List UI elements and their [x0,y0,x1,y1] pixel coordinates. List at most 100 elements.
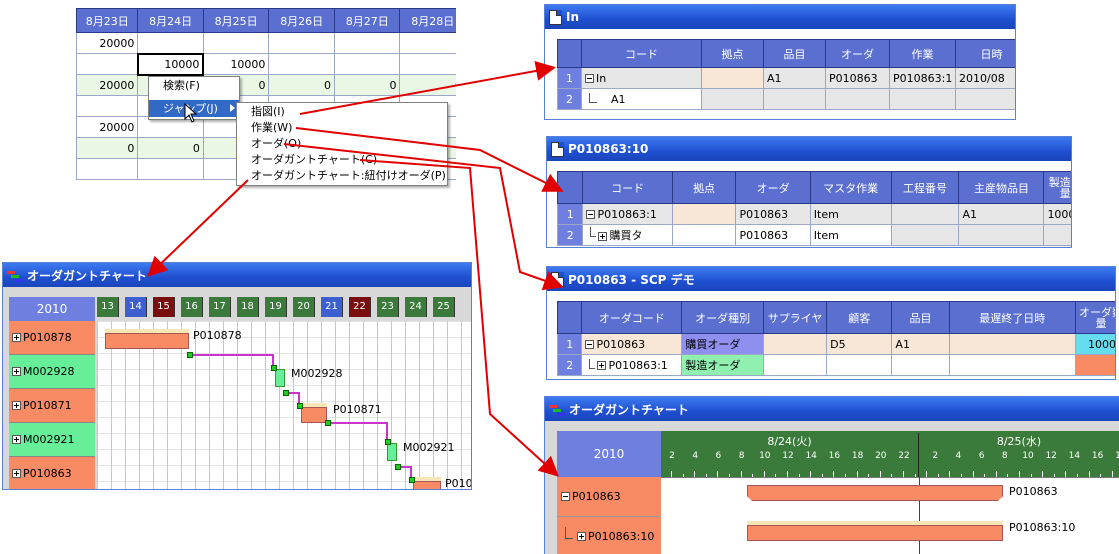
column-header[interactable]: オーダ種別 [681,301,764,334]
order-cell[interactable] [825,88,890,110]
process-number-cell[interactable] [890,203,960,225]
code-cell[interactable]: In [581,67,702,89]
link-node[interactable] [395,464,401,470]
order-type-cell[interactable]: 購買オーダ [681,333,764,355]
master-work-cell[interactable]: Item [809,203,892,225]
qty-cell[interactable]: 10000 [1074,333,1115,355]
grid-cell[interactable]: 0 [333,74,401,96]
base-cell[interactable] [701,67,764,89]
grid-cell[interactable] [333,32,401,54]
process-number-cell[interactable] [890,224,960,246]
column-header[interactable]: 品目 [891,301,950,334]
column-header[interactable]: 作業 [889,39,956,68]
supplier-cell[interactable] [762,354,828,376]
grid-cell[interactable] [76,53,139,75]
link-node[interactable] [187,352,193,358]
item-cell[interactable] [763,88,826,110]
link-node[interactable] [325,420,331,426]
column-header[interactable]: オーダ [825,39,890,68]
order-code-cell[interactable]: P010863 [581,333,683,355]
order-cell[interactable]: P010863 [735,224,811,246]
grid-cell-selected[interactable]: 10000 [136,52,205,76]
submenu-item-order-gantt-linked[interactable]: オーダガントチャート:紐付けオーダ(P) [237,168,447,184]
grid-cell[interactable]: 10000 [202,53,270,75]
link-node[interactable] [283,390,289,396]
latest-end-cell[interactable] [948,333,1076,355]
base-cell[interactable] [701,88,764,110]
order-code-cell[interactable]: P010863:1 [581,354,683,376]
grid-cell[interactable]: 0 [76,137,139,159]
qty-cell[interactable] [1043,224,1071,246]
window-titlebar[interactable]: In [545,5,1015,29]
column-header[interactable]: サプライヤ [762,301,828,334]
column-header[interactable]: コード [582,171,673,204]
grid-cell[interactable] [76,95,139,117]
column-header[interactable]: オーダコード [581,301,683,334]
code-cell[interactable]: P010863:1 [582,203,673,225]
code-cell[interactable]: A1 [581,88,702,110]
submenu-item-order[interactable]: オーダ(O) [237,136,447,152]
grid-cell[interactable] [268,53,335,75]
grid-cell[interactable]: 0 [268,74,335,96]
item-cell[interactable]: A1 [763,67,826,89]
base-cell[interactable] [671,224,737,246]
submenu-item-instruction[interactable]: 指図(I) [237,104,447,120]
row-number[interactable]: 2 [556,354,583,376]
row-number[interactable]: 1 [556,203,584,225]
order-cell[interactable]: P010863 [825,67,890,89]
latest-end-cell[interactable] [948,354,1076,376]
order-cell[interactable]: P010863 [735,203,811,225]
supplier-cell[interactable] [762,333,828,355]
collapse-icon[interactable] [586,210,596,219]
grid-cell[interactable] [399,53,456,75]
column-header[interactable]: 拠点 [671,171,737,204]
column-header[interactable]: 日時 [955,39,1015,68]
menu-item-search[interactable]: 検索(F) [149,77,239,94]
column-header[interactable]: 拠点 [701,39,764,68]
grid-cell[interactable] [333,53,401,75]
table-row[interactable]: 2 購買タ P010863 Item [556,224,1071,246]
grid-cell[interactable]: 20000 [76,116,139,138]
customer-cell[interactable]: D5 [826,333,893,355]
main-item-cell[interactable] [958,224,1045,246]
collapse-icon[interactable] [561,492,570,501]
table-row[interactable]: 2 P010863:1 製造オーダ [556,354,1115,376]
expand-icon[interactable] [577,531,586,541]
table-row[interactable]: 1 P010863 購買オーダ D5 A1 10000 [556,333,1115,355]
window-titlebar[interactable]: P010863:10 [547,137,1071,161]
grid-cell[interactable]: 0 [399,74,456,96]
link-node[interactable] [385,439,391,445]
window-titlebar[interactable]: オーダガントチャート [545,397,1119,421]
collapse-icon[interactable] [585,74,594,83]
table-row[interactable]: 2 A1 [557,88,1015,110]
gantt-bar[interactable] [747,525,1003,541]
expand-icon[interactable] [598,231,608,241]
grid-cell[interactable]: 0 [137,137,204,159]
column-header[interactable]: コード [581,39,702,68]
base-cell[interactable] [671,203,737,225]
date-cell[interactable] [955,88,1015,110]
link-node[interactable] [297,403,303,409]
column-header[interactable]: マスタ作業 [809,171,892,204]
date-cell[interactable]: 2010/08 [955,67,1015,89]
column-header[interactable]: 顧客 [826,301,893,334]
link-node[interactable] [409,477,415,483]
grid-cell[interactable]: 20000 [76,74,139,96]
work-cell[interactable]: P010863:1 [889,67,956,89]
code-cell[interactable]: 購買タ [582,224,673,246]
row-number[interactable]: 1 [557,67,582,89]
column-header[interactable]: 品目 [763,39,826,68]
grid-cell[interactable]: 20000 [76,32,139,54]
grid-cell[interactable] [268,32,335,54]
item-cell[interactable]: A1 [891,333,950,355]
table-row[interactable]: 1 P010863:1 P010863 Item A1 10000 [556,203,1071,225]
column-header[interactable]: 最遅終了日時 [948,301,1076,334]
grid-cell[interactable] [137,32,204,54]
work-cell[interactable] [889,88,956,110]
grid-cell[interactable] [202,32,270,54]
gantt-bar[interactable] [747,485,1003,501]
row-number[interactable]: 2 [557,88,582,110]
column-header[interactable]: 製造数量 [1043,171,1071,204]
row-number[interactable]: 1 [556,333,583,355]
qty-cell[interactable]: 10000 [1043,203,1071,225]
